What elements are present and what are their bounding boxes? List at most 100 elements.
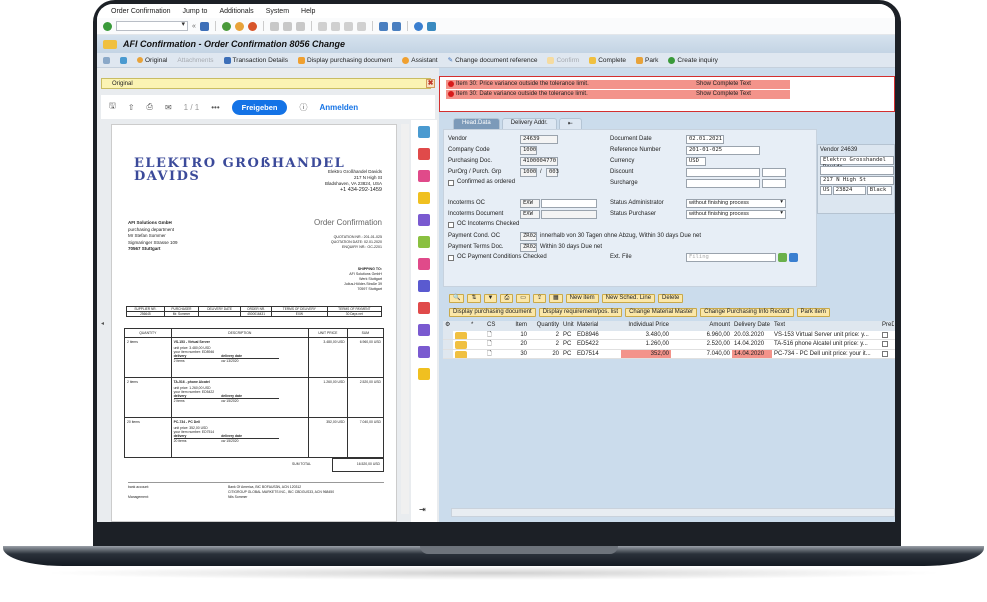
collapse-left-icon[interactable]: ◂ xyxy=(101,320,104,327)
cell-material[interactable]: ED5422 xyxy=(575,340,621,349)
more-tools-icon[interactable] xyxy=(418,368,430,380)
print-icon[interactable] xyxy=(269,21,279,31)
predel-checkbox[interactable] xyxy=(882,341,888,347)
display-requirement-button[interactable]: Display requirement/pos. list xyxy=(538,308,623,317)
cell-quantity[interactable]: 2 xyxy=(529,331,561,340)
payment-cond-oc-field[interactable]: ZR02 xyxy=(520,232,537,241)
change-info-record-button[interactable]: Change Purchasing Info Record xyxy=(700,308,794,317)
grid-settings-icon[interactable]: ⚙ xyxy=(443,321,469,331)
purorg-field[interactable]: 1000 xyxy=(520,168,537,177)
menu-order-confirmation[interactable]: Order Confirmation xyxy=(111,8,171,15)
original-button[interactable]: Original xyxy=(137,57,167,64)
col-quantity[interactable]: Quantity xyxy=(529,321,561,331)
status-purchaser-select[interactable]: without finishing process xyxy=(686,210,786,219)
assistant-button[interactable]: Assistant xyxy=(402,56,438,64)
incoterms-oc-location-field[interactable] xyxy=(541,199,597,208)
create-pdf-icon[interactable] xyxy=(418,148,430,160)
cell-amount[interactable]: 6.960,00 xyxy=(671,331,732,340)
exit-icon[interactable] xyxy=(234,21,244,31)
cell-item[interactable]: 30 xyxy=(507,350,529,359)
views-button[interactable]: ▭ xyxy=(516,294,530,303)
vendor-city-field[interactable]: Black xyxy=(866,186,892,195)
purchasing-doc-field[interactable]: 4100004770 xyxy=(520,157,558,166)
vendor-name2-field[interactable] xyxy=(820,166,894,175)
expand-panel-icon[interactable]: ⇥ xyxy=(419,505,426,514)
predel-checkbox[interactable] xyxy=(882,350,888,357)
details-button[interactable]: 🔍 xyxy=(449,294,465,303)
show-complete-text-link[interactable]: Show Complete Text xyxy=(696,80,751,89)
cell-unit[interactable]: PC xyxy=(561,331,575,340)
menu-additionals[interactable]: Additionals xyxy=(219,8,253,15)
display-purchasing-document-button[interactable]: Display purchasing document xyxy=(297,56,392,64)
reference-number-field[interactable]: 201-01-025 xyxy=(686,146,760,155)
export-button[interactable]: ⇪ xyxy=(532,294,546,303)
tab-more[interactable]: ⇤ xyxy=(558,118,582,129)
status-icon[interactable] xyxy=(455,331,467,339)
cell-amount[interactable]: 2.520,00 xyxy=(671,340,732,349)
cell-price[interactable]: 3.480,00 xyxy=(621,331,671,340)
menu-system[interactable]: System xyxy=(266,8,289,15)
page-indicator[interactable]: 1 / 1 xyxy=(184,103,200,112)
grid-row[interactable]: 🗋 20 2 PC ED5422 1.260,00 2.520,00 14.04… xyxy=(443,340,895,350)
col-cs[interactable]: CS xyxy=(485,321,507,331)
edit-icon[interactable] xyxy=(418,324,430,336)
col-material[interactable]: Material xyxy=(575,321,621,331)
save-pdf-icon[interactable]: 🖫 xyxy=(109,100,116,114)
layout-menu-icon[interactable] xyxy=(426,21,436,31)
upload-icon[interactable]: ⇧ xyxy=(128,103,135,112)
grid-row[interactable]: 🗋 10 2 PC ED8946 3.480,00 6.960,00 20.03… xyxy=(443,330,895,340)
tree-icon[interactable] xyxy=(120,56,127,64)
prev-page-icon[interactable] xyxy=(330,21,340,31)
confirm-button[interactable]: Confirm xyxy=(547,56,579,64)
shortcut-icon[interactable] xyxy=(391,21,401,31)
doc-icon[interactable]: 🗋 xyxy=(485,350,507,359)
find-next-icon[interactable] xyxy=(295,21,305,31)
col-star[interactable]: * xyxy=(469,321,485,331)
cell-delivery-date[interactable]: 20.03.2020 xyxy=(732,331,772,340)
help-icon[interactable] xyxy=(413,21,423,31)
col-text[interactable]: Text xyxy=(772,321,880,331)
toggle-icon[interactable] xyxy=(103,56,110,64)
help-circle-icon[interactable]: ⓘ xyxy=(299,102,307,113)
sign-in-link[interactable]: Anmelden xyxy=(319,103,358,112)
new-item-button[interactable]: New item xyxy=(565,294,599,303)
document-date-field[interactable]: 02.01.2021 xyxy=(686,135,724,144)
currency-field[interactable]: USD xyxy=(686,157,706,166)
transaction-details-button[interactable]: Transaction Details xyxy=(223,56,288,64)
cell-text[interactable]: TA-516 phone Alcatel unit price: y... xyxy=(772,340,880,349)
enter-icon[interactable] xyxy=(103,21,112,31)
incoterms-oc-field[interactable]: EXW xyxy=(520,199,540,208)
oc-payment-checkbox[interactable] xyxy=(448,255,454,261)
filter-button[interactable]: ▼ xyxy=(483,294,498,303)
cell-item[interactable]: 20 xyxy=(507,340,529,349)
purch-group-field[interactable]: 003 xyxy=(546,168,559,177)
attachments-button[interactable]: Attachments xyxy=(177,57,213,64)
cell-quantity[interactable]: 20 xyxy=(529,350,561,359)
ext-file-field[interactable]: Filing xyxy=(686,253,776,262)
new-session-icon[interactable] xyxy=(378,21,388,31)
row-selector[interactable] xyxy=(443,340,453,349)
status-icon[interactable] xyxy=(455,350,467,358)
layout-button[interactable]: ▦ xyxy=(548,294,563,303)
park-button[interactable]: Park xyxy=(636,56,658,64)
printer-icon[interactable]: ⎙ xyxy=(147,102,153,112)
next-page-icon[interactable] xyxy=(343,21,353,31)
confirmed-checkbox[interactable] xyxy=(448,180,454,186)
row-selector[interactable] xyxy=(443,349,453,358)
col-amount[interactable]: Amount xyxy=(671,321,732,331)
new-sched-line-button[interactable]: New Sched. Line xyxy=(601,294,656,303)
share-button[interactable]: Freigeben xyxy=(231,99,288,115)
col-delivery-date[interactable]: Delivery Date xyxy=(732,321,772,331)
last-page-icon[interactable] xyxy=(356,21,366,31)
tab-head-data[interactable]: Head.Data xyxy=(453,118,500,129)
cell-price[interactable]: 352,00 xyxy=(621,349,671,358)
status-admin-select[interactable]: without finishing process xyxy=(686,199,786,208)
cell-material[interactable]: ED7514 xyxy=(575,350,621,359)
change-material-master-button[interactable]: Change Material Master xyxy=(625,308,698,317)
cell-quantity[interactable]: 2 xyxy=(529,340,561,349)
back-icon[interactable] xyxy=(221,21,231,31)
protect-icon[interactable] xyxy=(418,280,430,292)
cell-material[interactable]: ED8946 xyxy=(575,331,621,340)
park-item-button[interactable]: Park item xyxy=(796,308,830,317)
save-icon[interactable] xyxy=(199,21,209,31)
